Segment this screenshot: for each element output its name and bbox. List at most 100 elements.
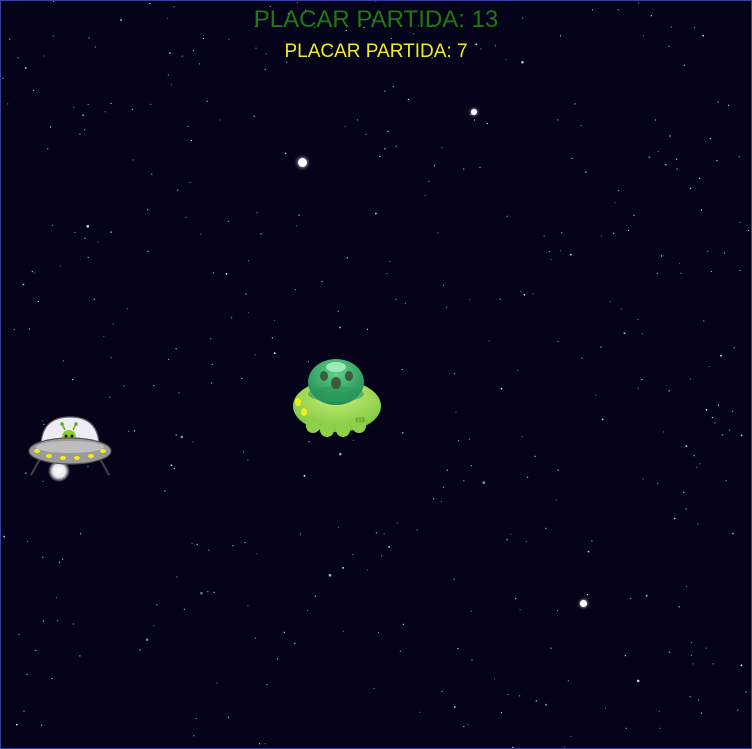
star <box>416 529 418 531</box>
star <box>126 308 128 310</box>
game-canvas[interactable]: PLACAR PARTIDA: 13 PLACAR PARTIDA: 7 $$$ <box>0 0 752 749</box>
star <box>344 126 346 128</box>
star <box>560 250 562 252</box>
star <box>395 298 397 300</box>
star <box>571 157 573 159</box>
star <box>700 712 703 714</box>
star <box>600 235 602 237</box>
star <box>37 300 40 303</box>
star <box>705 409 708 411</box>
star <box>548 250 551 253</box>
star <box>683 64 686 66</box>
star <box>49 126 52 128</box>
star <box>646 594 648 596</box>
star <box>728 429 731 431</box>
star <box>739 221 741 223</box>
star <box>47 148 49 150</box>
star <box>190 139 192 142</box>
star <box>692 663 694 665</box>
star <box>660 255 663 257</box>
star <box>532 293 534 295</box>
star <box>625 727 627 730</box>
star <box>306 609 308 612</box>
star <box>396 522 398 524</box>
star <box>561 232 563 234</box>
star <box>367 569 369 571</box>
star <box>173 467 175 470</box>
star <box>386 273 388 275</box>
star <box>168 358 170 360</box>
star <box>463 480 465 482</box>
star <box>595 394 597 396</box>
star <box>702 34 705 37</box>
star <box>28 328 31 330</box>
star <box>58 561 60 563</box>
star <box>253 115 255 117</box>
star <box>708 365 710 368</box>
star <box>511 746 514 748</box>
star <box>685 508 687 510</box>
star <box>277 658 279 660</box>
star <box>659 727 661 729</box>
star <box>9 38 11 40</box>
star <box>339 326 341 329</box>
star <box>697 523 699 525</box>
star <box>2 77 4 79</box>
star <box>57 620 59 622</box>
star <box>401 368 403 371</box>
star <box>3 535 6 538</box>
score-primary: PLACAR PARTIDA: 13 <box>253 6 499 33</box>
star <box>698 699 700 701</box>
star <box>52 35 54 37</box>
star <box>180 435 184 439</box>
score-secondary: PLACAR PARTIDA: 7 <box>284 41 468 62</box>
star <box>87 256 89 258</box>
star <box>648 156 651 159</box>
star <box>187 125 189 127</box>
star <box>633 214 635 217</box>
star <box>283 631 285 634</box>
bright-star <box>298 158 307 167</box>
star <box>471 659 473 661</box>
star <box>486 123 488 125</box>
star <box>294 289 296 291</box>
star <box>535 700 537 702</box>
star <box>170 84 173 86</box>
star <box>296 225 298 227</box>
star <box>167 74 169 76</box>
star <box>274 319 276 322</box>
star <box>574 103 576 105</box>
star <box>470 465 472 467</box>
star <box>419 711 421 713</box>
star <box>517 369 519 371</box>
star <box>428 180 430 182</box>
star <box>717 404 720 406</box>
star <box>183 608 185 610</box>
star <box>520 290 522 292</box>
star <box>97 241 99 243</box>
star <box>13 329 15 331</box>
star <box>679 262 681 264</box>
star <box>440 500 442 502</box>
star <box>601 418 604 421</box>
star <box>738 156 740 158</box>
star <box>127 430 130 432</box>
star <box>437 232 439 234</box>
star <box>93 298 95 300</box>
star <box>200 233 202 235</box>
star <box>527 476 529 478</box>
star <box>298 214 300 217</box>
star <box>164 490 166 492</box>
star <box>212 272 214 274</box>
star <box>153 625 155 627</box>
star <box>131 108 134 110</box>
svg-text:$$$: $$$ <box>355 418 366 424</box>
star <box>740 434 743 437</box>
star <box>321 280 323 283</box>
star <box>31 271 33 273</box>
star <box>88 37 90 39</box>
star <box>658 710 660 712</box>
star <box>689 696 691 698</box>
star <box>7 103 9 105</box>
star <box>748 229 750 232</box>
